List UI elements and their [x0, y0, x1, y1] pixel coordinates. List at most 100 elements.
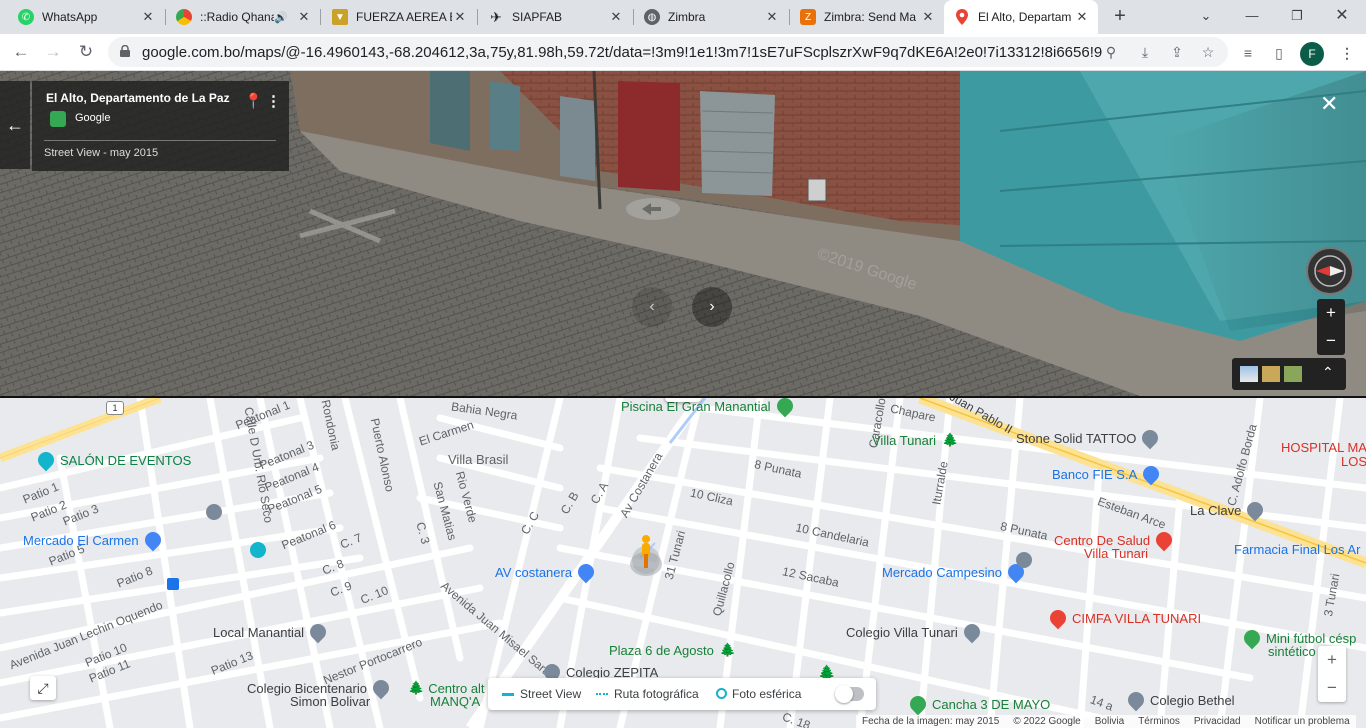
poi-farmacia[interactable]: Farmacia Final Los Ar: [1234, 542, 1360, 557]
menu-icon[interactable]: ⋮: [1336, 42, 1358, 64]
forward-button[interactable]: →: [40, 40, 66, 64]
poi-colegio-villa-tunari[interactable]: Colegio Villa Tunari: [846, 620, 984, 644]
layer-ruta-fotografica[interactable]: Ruta fotográfica: [614, 687, 699, 701]
zoom-out-button[interactable]: −: [1317, 327, 1345, 355]
poi-villa-tunari[interactable]: Villa Tunari 🌲: [872, 432, 958, 448]
url-text[interactable]: google.com.bo/maps/@-16.4960143,-68.2046…: [142, 44, 1102, 61]
close-street-view-button[interactable]: ✕: [1320, 91, 1338, 117]
pegman-icon[interactable]: [629, 534, 663, 578]
event-pin-icon[interactable]: [250, 542, 266, 558]
poi-hospital[interactable]: HOSPITAL MA: [1281, 440, 1366, 455]
poi-piscina[interactable]: Piscina El Gran Manantial: [621, 398, 796, 418]
bank-pin-icon: [1139, 462, 1163, 486]
school-pin-icon: [369, 676, 393, 700]
new-tab-button[interactable]: +: [1108, 5, 1132, 29]
close-icon[interactable]: ✕: [920, 9, 936, 25]
sport-pin-icon: [906, 692, 930, 716]
expand-up-icon[interactable]: ⌃: [1322, 364, 1334, 381]
tab-zimbra-send[interactable]: Z Zimbra: Send Ma ✕: [790, 0, 944, 34]
close-icon[interactable]: ✕: [296, 9, 312, 25]
tab-whatsapp[interactable]: ✆ WhatsApp ✕: [8, 0, 164, 34]
zoom-out-button[interactable]: −: [1318, 674, 1346, 702]
side-panel-icon[interactable]: ▯: [1268, 42, 1290, 64]
tree-icon: 🌲: [719, 642, 736, 657]
photo-thumbnail[interactable]: [1262, 366, 1280, 382]
tab-zimbra[interactable]: ◍ Zimbra ✕: [634, 0, 788, 34]
maximize-button[interactable]: ❐: [1285, 5, 1309, 27]
bookmark-star-icon[interactable]: ☆: [1199, 43, 1217, 61]
poi-mercado-carmen[interactable]: Mercado El Carmen: [23, 528, 164, 552]
photosphere-icon: [716, 688, 727, 699]
close-icon[interactable]: ✕: [608, 9, 624, 25]
tab-siapfab[interactable]: ✈ SIAPFAB ✕: [478, 0, 632, 34]
place-pin-icon[interactable]: [1016, 552, 1032, 568]
compass-icon[interactable]: [1306, 247, 1354, 295]
poi-cancha-3-mayo[interactable]: Cancha 3 DE MAYO: [906, 692, 1050, 716]
poi-colegio-bethel[interactable]: Colegio Bethel: [1124, 688, 1235, 712]
layer-foto-esferica[interactable]: Foto esférica: [732, 687, 801, 701]
country-link[interactable]: Bolivia: [1095, 716, 1124, 727]
school-pin-icon: [960, 620, 984, 644]
address-bar[interactable]: google.com.bo/maps/@-16.4960143,-68.2046…: [108, 37, 1228, 67]
photo-strip[interactable]: ⌃: [1232, 358, 1346, 390]
poi-cimfa[interactable]: CIMFA VILLA TUNARI: [1046, 606, 1201, 630]
zoom-in-button[interactable]: +: [1317, 299, 1345, 327]
profile-avatar[interactable]: F: [1300, 42, 1324, 66]
tab-el-alto[interactable]: El Alto, Departam ✕: [944, 0, 1098, 34]
tab-title: Zimbra: [668, 10, 706, 24]
close-icon[interactable]: ✕: [452, 9, 468, 25]
tab-search-icon[interactable]: ⌄: [1194, 5, 1218, 27]
whatsapp-icon: ✆: [18, 9, 34, 25]
photo-path-icon: [596, 693, 608, 695]
tab-title: SIAPFAB: [512, 10, 563, 24]
place-pin-icon: [306, 620, 330, 644]
poi-stone-solid[interactable]: Stone Solid TATTOO: [1016, 426, 1162, 450]
layer-toggle[interactable]: [835, 685, 864, 703]
capture-date[interactable]: Street View - may 2015: [44, 147, 158, 159]
photo-thumbnail[interactable]: [1240, 366, 1258, 382]
poi-centro-manqa-cont: MANQ'A: [430, 694, 481, 709]
minimize-button[interactable]: —: [1240, 5, 1264, 27]
map-panel[interactable]: 1 Peatonal 1 Peatonal 3 Peatonal 4 Peato…: [0, 398, 1366, 728]
close-icon[interactable]: ✕: [140, 9, 156, 25]
terms-link[interactable]: Términos: [1138, 716, 1180, 727]
speaker-icon[interactable]: 🔊: [274, 11, 288, 24]
poi-mercado-campesino[interactable]: Mercado Campesino: [882, 560, 1028, 584]
resize-handle[interactable]: ═: [665, 398, 701, 402]
bus-stop-icon[interactable]: [167, 578, 179, 590]
poi-plaza-6-agosto[interactable]: Plaza 6 de Agosto 🌲: [609, 642, 736, 658]
image-source[interactable]: Google: [75, 112, 110, 124]
back-arrow-icon[interactable]: ←: [0, 81, 30, 169]
poi-local-manantial[interactable]: Local Manantial: [213, 620, 330, 644]
close-icon[interactable]: ✕: [764, 9, 780, 25]
street-view-panel[interactable]: ← El Alto, Departamento de La Paz Google…: [0, 71, 1366, 396]
report-problem-link[interactable]: Notificar un problema: [1255, 716, 1350, 727]
previous-arrow-button[interactable]: ‹: [632, 287, 672, 327]
pin-icon[interactable]: 📍: [244, 92, 263, 110]
more-options-icon[interactable]: ⋮: [266, 92, 281, 110]
map-zoom-control: + −: [1318, 646, 1346, 702]
poi-salon-eventos[interactable]: SALÓN DE EVENTOS: [34, 448, 191, 472]
zoom-in-button[interactable]: +: [1318, 646, 1346, 674]
poi-av-costanera[interactable]: AV costanera: [495, 560, 598, 584]
close-icon[interactable]: ✕: [1074, 9, 1090, 25]
street-view-layers-bar: Street View Ruta fotográfica Foto esféri…: [488, 678, 876, 710]
poi-la-clave[interactable]: La Clave: [1190, 498, 1267, 522]
reload-button[interactable]: ↻: [73, 40, 99, 64]
next-arrow-button[interactable]: ›: [692, 287, 732, 327]
photo-thumbnail[interactable]: [1284, 366, 1302, 382]
school-pin-icon[interactable]: [206, 504, 222, 520]
tab-fuerza-aerea[interactable]: ▼ FUERZA AEREA B ✕: [322, 0, 476, 34]
tab-radio-qhana[interactable]: ::Radio Qhana 🔊 ✕: [166, 0, 320, 34]
media-control-icon[interactable]: ≡: [1237, 42, 1259, 64]
street-view-info-card: El Alto, Departamento de La Paz Google 📍…: [32, 81, 289, 171]
location-icon[interactable]: ⚲: [1102, 43, 1120, 61]
install-icon[interactable]: ⤓: [1136, 43, 1154, 61]
back-button[interactable]: ←: [8, 40, 34, 64]
share-icon[interactable]: ⇪: [1168, 43, 1186, 61]
poi-banco-fie[interactable]: Banco FIE S.A: [1052, 462, 1163, 486]
privacy-link[interactable]: Privacidad: [1194, 716, 1241, 727]
expand-map-icon[interactable]: ⤢: [30, 676, 56, 700]
layer-street-view[interactable]: Street View: [520, 687, 581, 701]
close-window-button[interactable]: ✕: [1330, 5, 1354, 27]
